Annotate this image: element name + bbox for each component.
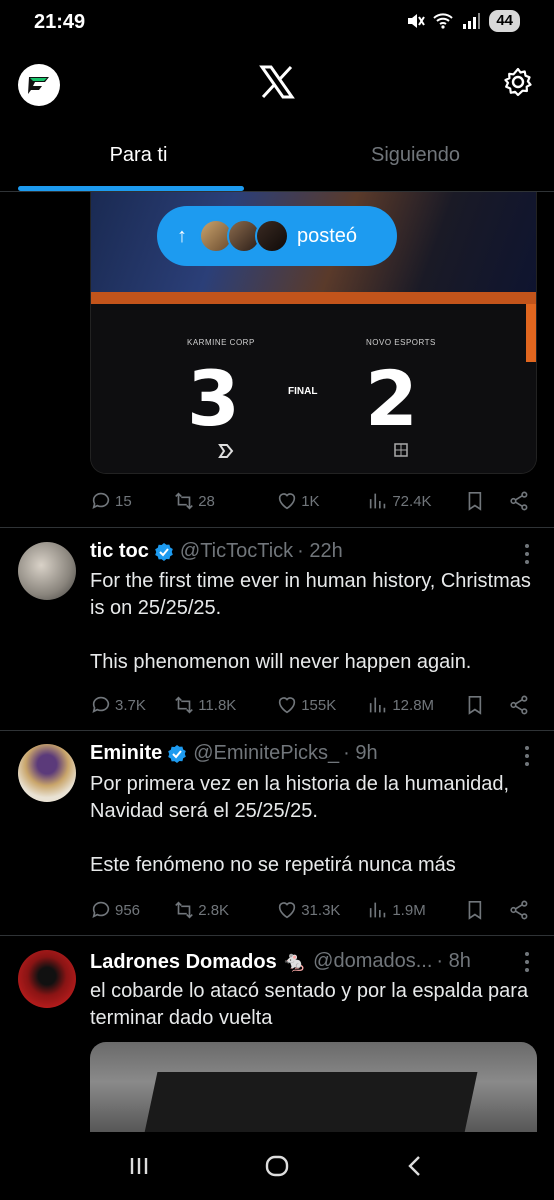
author-handle[interactable]: @domados...	[313, 950, 432, 973]
reply-button[interactable]: 3.7K	[90, 694, 173, 716]
reply-icon	[92, 492, 110, 509]
author-handle[interactable]: @TicTocTick	[180, 540, 293, 563]
like-button[interactable]: 1K	[276, 490, 367, 512]
repost-icon	[175, 901, 194, 919]
repost-icon	[175, 696, 194, 714]
like-button[interactable]: 155K	[276, 694, 367, 716]
bookmark-icon[interactable]	[464, 899, 486, 921]
timeline-feed[interactable]: KARMINE CORP NOVO ESPORTS 3 2 FINAL ↑ po…	[0, 192, 554, 1132]
avatar[interactable]	[18, 950, 76, 1008]
brand-logo-icon	[28, 77, 49, 94]
novo-logo-icon	[394, 443, 408, 457]
post-video[interactable]	[90, 1042, 537, 1132]
new-posts-pill[interactable]: ↑ posteó	[157, 206, 397, 266]
author-name[interactable]: Eminite	[90, 742, 162, 765]
author-name[interactable]: tic toc	[90, 540, 149, 563]
heart-icon	[279, 902, 296, 919]
divider	[0, 527, 554, 528]
home-icon[interactable]	[263, 1152, 291, 1180]
verified-badge-icon	[155, 542, 173, 561]
status-time: 21:49	[34, 11, 86, 33]
views-icon	[370, 493, 386, 509]
post-time: · 8h	[436, 950, 471, 972]
wifi-icon	[433, 13, 454, 29]
views-button[interactable]: 72.4K	[367, 490, 464, 512]
bookmark-icon[interactable]	[464, 694, 486, 716]
tweet-text: el cobarde lo atacó sentado y por la esp…	[90, 980, 529, 1029]
views-button[interactable]: 12.8M	[367, 694, 464, 716]
posted-label: posteó	[297, 224, 358, 247]
profile-avatar-button[interactable]	[18, 64, 60, 106]
bookmark-icon[interactable]	[464, 490, 486, 512]
post-time: · 22h	[297, 540, 343, 562]
repost-button[interactable]: 2.8K	[173, 899, 276, 921]
team-left-label: KARMINE CORP	[187, 338, 255, 347]
repost-button[interactable]: 28	[173, 490, 276, 512]
author-name[interactable]: Ladrones Domados 🐁	[90, 949, 307, 974]
settings-gear-icon[interactable]	[502, 66, 534, 98]
post-actions: 15 28 1K 72.4K	[90, 486, 530, 516]
tab-siguiendo[interactable]: Siguiendo	[277, 120, 554, 191]
post-time: · 9h	[343, 742, 378, 764]
top-bar	[0, 48, 554, 120]
like-button[interactable]: 31.3K	[276, 899, 367, 921]
reply-button[interactable]: 956	[90, 899, 173, 921]
score-right: 2	[365, 354, 418, 443]
tweet-text: For the first time ever in human history…	[90, 570, 531, 673]
repost-icon	[175, 492, 194, 510]
post-actions: 956 2.8K 31.3K 1.9M	[90, 895, 530, 925]
avatar	[255, 219, 289, 253]
mute-icon	[408, 14, 426, 28]
signal-icon	[463, 13, 481, 29]
share-icon[interactable]	[508, 694, 530, 716]
system-nav-bar	[0, 1132, 554, 1200]
arrow-up-icon: ↑	[177, 224, 187, 247]
author-handle[interactable]: @EminitePicks_	[193, 742, 339, 765]
recent-apps-icon[interactable]	[125, 1152, 153, 1180]
verified-badge-icon	[168, 744, 187, 763]
team-right-label: NOVO ESPORTS	[366, 338, 436, 347]
avatar[interactable]	[18, 744, 76, 802]
views-button[interactable]: 1.9M	[367, 899, 464, 921]
back-icon[interactable]	[401, 1152, 429, 1180]
scoreboard: KARMINE CORP NOVO ESPORTS 3 2 FINAL	[91, 304, 536, 473]
heart-icon	[279, 493, 296, 510]
reply-button[interactable]: 15	[90, 490, 173, 512]
score-left: 3	[187, 354, 240, 443]
views-icon	[370, 697, 386, 713]
more-options-icon[interactable]	[524, 950, 530, 974]
battery-indicator: 44	[489, 10, 520, 32]
tab-para-ti[interactable]: Para ti	[0, 120, 277, 191]
more-options-icon[interactable]	[524, 744, 530, 768]
share-icon[interactable]	[508, 899, 530, 921]
reply-icon	[92, 696, 110, 713]
more-options-icon[interactable]	[524, 542, 530, 566]
heart-icon	[279, 697, 296, 714]
divider	[0, 935, 554, 936]
views-icon	[370, 902, 386, 918]
share-icon[interactable]	[508, 490, 530, 512]
x-logo-icon[interactable]	[259, 64, 295, 100]
tweet-text: Por primera vez en la historia de la hum…	[90, 773, 510, 876]
avatar[interactable]	[18, 542, 76, 600]
match-status: FINAL	[288, 386, 318, 397]
karmine-logo-icon	[218, 444, 234, 458]
status-bar: 21:49 44	[0, 0, 554, 48]
post-actions: 3.7K 11.8K 155K 12.8M	[90, 690, 530, 720]
feed-tabs: Para ti Siguiendo	[0, 120, 554, 192]
repost-button[interactable]: 11.8K	[173, 694, 276, 716]
reply-icon	[92, 901, 110, 918]
divider	[0, 730, 554, 731]
status-icons: 44	[405, 10, 520, 32]
